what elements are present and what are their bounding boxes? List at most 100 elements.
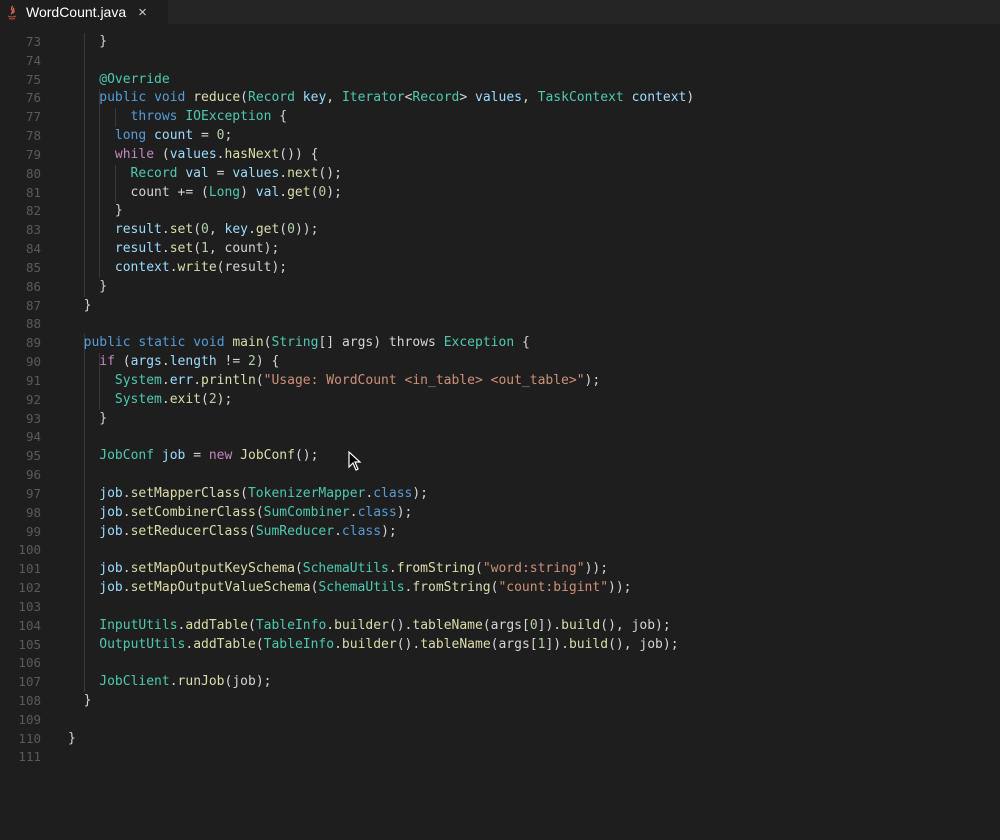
code-line[interactable]: 75 @Override [0, 70, 1000, 90]
code-line[interactable]: 84 result.set(1, count); [0, 240, 1000, 259]
line-number: 103 [18, 598, 41, 614]
indent-guide [83, 597, 85, 617]
mouse-pointer-icon [348, 451, 362, 471]
code-line[interactable]: 85 context.write(result); [0, 258, 1000, 278]
code-text: job.setMapperClass(TokenizerMapper.class… [99, 485, 429, 501]
code-line[interactable]: 110} [0, 730, 1000, 749]
line-number: 90 [25, 354, 41, 370]
code-line[interactable]: 105 OutputUtils.addTable(TableInfo.builde… [0, 635, 1000, 655]
line-number: 97 [25, 485, 41, 501]
line-number: 80 [25, 165, 41, 181]
code-line[interactable]: 87} [0, 297, 1000, 316]
line-number: 101 [18, 561, 41, 577]
tab-title: WordCount.java [26, 4, 127, 20]
code-line[interactable]: 90 if (args.length != 2) { [0, 353, 1000, 372]
code-line[interactable]: 98 job.setCombinerClass(SumCombiner.class… [0, 503, 1000, 523]
indent-guide [83, 277, 85, 297]
line-number: 107 [18, 674, 41, 690]
indent-guide [114, 183, 116, 203]
code-line[interactable]: 100 [0, 541, 1000, 561]
code-text: Record val = values.next(); [130, 165, 342, 181]
code-line[interactable]: 76 public void reduce(Record key, Iterato… [0, 89, 1000, 109]
line-number: 86 [25, 278, 41, 294]
code-line[interactable]: 73} [0, 33, 1000, 52]
line-number: 96 [25, 467, 41, 483]
line-number: 75 [25, 71, 41, 87]
indent-guide [99, 240, 101, 259]
indent-guide [83, 673, 85, 692]
indent-guide [83, 258, 85, 278]
code-line[interactable]: 86} [0, 277, 1000, 297]
line-number: 85 [25, 259, 41, 275]
code-text: } [83, 297, 92, 313]
code-line[interactable]: 104 InputUtils.addTable(TableInfo.builder… [0, 616, 1000, 636]
code-line[interactable]: 82} [0, 202, 1000, 222]
code-line[interactable]: 97 job.setMapperClass(TokenizerMapper.cla… [0, 484, 1000, 504]
tab-wordcount-java[interactable]: WordCount.java × [0, 0, 168, 24]
code-text: InputUtils.addTable(TableInfo.builder().… [99, 617, 671, 633]
line-number: 77 [25, 109, 41, 125]
code-line[interactable]: 107 JobClient.runJob(job); [0, 673, 1000, 692]
indent-guide [83, 635, 85, 655]
indent-guide [83, 503, 85, 523]
indent-guide [83, 447, 85, 467]
code-text: count += (Long) val.get(0); [130, 184, 342, 200]
code-line[interactable]: 78 long count = 0; [0, 127, 1000, 146]
code-line[interactable]: 80 Record val = values.next(); [0, 164, 1000, 184]
code-text: public static void main(String[] args) t… [83, 335, 530, 351]
indent-guide [99, 127, 101, 146]
code-line[interactable]: 96 [0, 466, 1000, 485]
line-number: 87 [25, 297, 41, 313]
code-text: JobClient.runJob(job); [99, 674, 272, 690]
code-line[interactable]: 95 JobConf job = new JobConf(); [0, 447, 1000, 467]
code-text: throws IOException { [130, 109, 288, 125]
code-text: @Override [99, 71, 170, 87]
indent-guide [83, 541, 85, 561]
code-line[interactable]: 93} [0, 409, 1000, 429]
line-number: 99 [25, 523, 41, 539]
line-number: 102 [18, 580, 41, 596]
indent-guide [83, 145, 85, 165]
close-icon[interactable]: × [138, 5, 147, 20]
line-number: 79 [25, 146, 41, 162]
code-line[interactable]: 99 job.setReducerClass(SumReducer.class); [0, 522, 1000, 542]
code-line[interactable]: 79 while (values.hasNext()) { [0, 145, 1000, 165]
code-line[interactable]: 103 [0, 597, 1000, 617]
line-number: 98 [25, 504, 41, 520]
indent-guide [83, 202, 85, 222]
indent-guide [99, 202, 101, 222]
code-line[interactable]: 91 System.err.println("Usage: WordCount <… [0, 371, 1000, 391]
code-text: } [83, 692, 92, 708]
line-number: 93 [25, 410, 41, 426]
indent-guide [83, 484, 85, 504]
indent-guide [99, 164, 101, 184]
code-line[interactable]: 94 [0, 428, 1000, 448]
code-line[interactable]: 92 System.exit(2); [0, 390, 1000, 410]
code-editor[interactable]: 73} 74 75 @Override 76 public void reduce(Rec… [0, 24, 1000, 840]
code-line[interactable]: 102 job.setMapOutputValueSchema(SchemaUti… [0, 579, 1000, 598]
code-line[interactable]: 83 result.set(0, key.get(0)); [0, 221, 1000, 241]
indent-guide [83, 466, 85, 485]
code-line[interactable]: 89 public static void main(String[] args)… [0, 334, 1000, 354]
indent-guide [83, 108, 85, 128]
line-number: 92 [25, 391, 41, 407]
code-line[interactable]: 101 job.setMapOutputKeySchema(SchemaUtils… [0, 560, 1000, 580]
code-line[interactable]: 111 [0, 748, 1000, 767]
code-line[interactable]: 108} [0, 692, 1000, 711]
code-text: if (args.length != 2) { [99, 354, 280, 370]
code-line[interactable]: 106 [0, 654, 1000, 674]
indent-guide [83, 164, 85, 184]
indent-guide [83, 353, 85, 372]
line-number: 76 [25, 90, 41, 106]
indent-guide [83, 221, 85, 241]
code-text: OutputUtils.addTable(TableInfo.builder()… [99, 636, 679, 652]
line-number: 81 [25, 184, 41, 200]
code-text: System.err.println("Usage: WordCount <in… [114, 372, 601, 388]
line-number: 110 [18, 730, 41, 746]
code-line[interactable]: 109 [0, 711, 1000, 730]
code-text: result.set(1, count); [114, 241, 280, 257]
code-line[interactable]: 88 [0, 315, 1000, 334]
code-line[interactable]: 81 count += (Long) val.get(0); [0, 183, 1000, 203]
code-line[interactable]: 77 throws IOException { [0, 108, 1000, 128]
code-line[interactable]: 74 [0, 51, 1000, 71]
